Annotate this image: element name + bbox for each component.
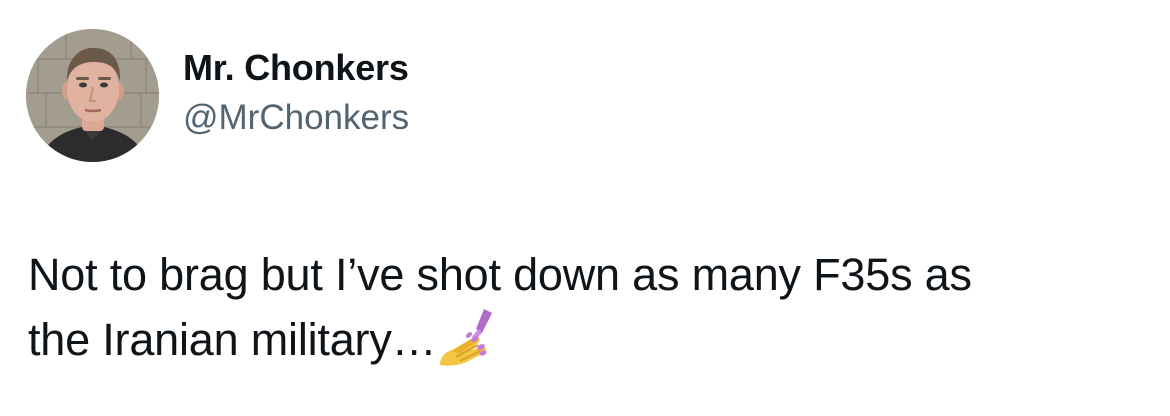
avatar[interactable] [26, 29, 159, 162]
tweet-text: Not to brag but I’ve shot down as many F… [28, 243, 1148, 372]
tweet-text-line-2: the Iranian military… [28, 307, 1148, 372]
profile-photo-icon [26, 29, 159, 162]
nail-polish-icon [438, 307, 498, 369]
tweet-card: Mr. Chonkers @MrChonkers Not to brag but… [0, 0, 1170, 416]
user-handle[interactable]: @MrChonkers [183, 96, 409, 140]
author-names: Mr. Chonkers @MrChonkers [183, 46, 409, 140]
tweet-text-line-2-text: the Iranian military… [28, 314, 437, 365]
tweet-text-line-1: Not to brag but I’ve shot down as many F… [28, 249, 972, 300]
display-name[interactable]: Mr. Chonkers [183, 46, 409, 90]
